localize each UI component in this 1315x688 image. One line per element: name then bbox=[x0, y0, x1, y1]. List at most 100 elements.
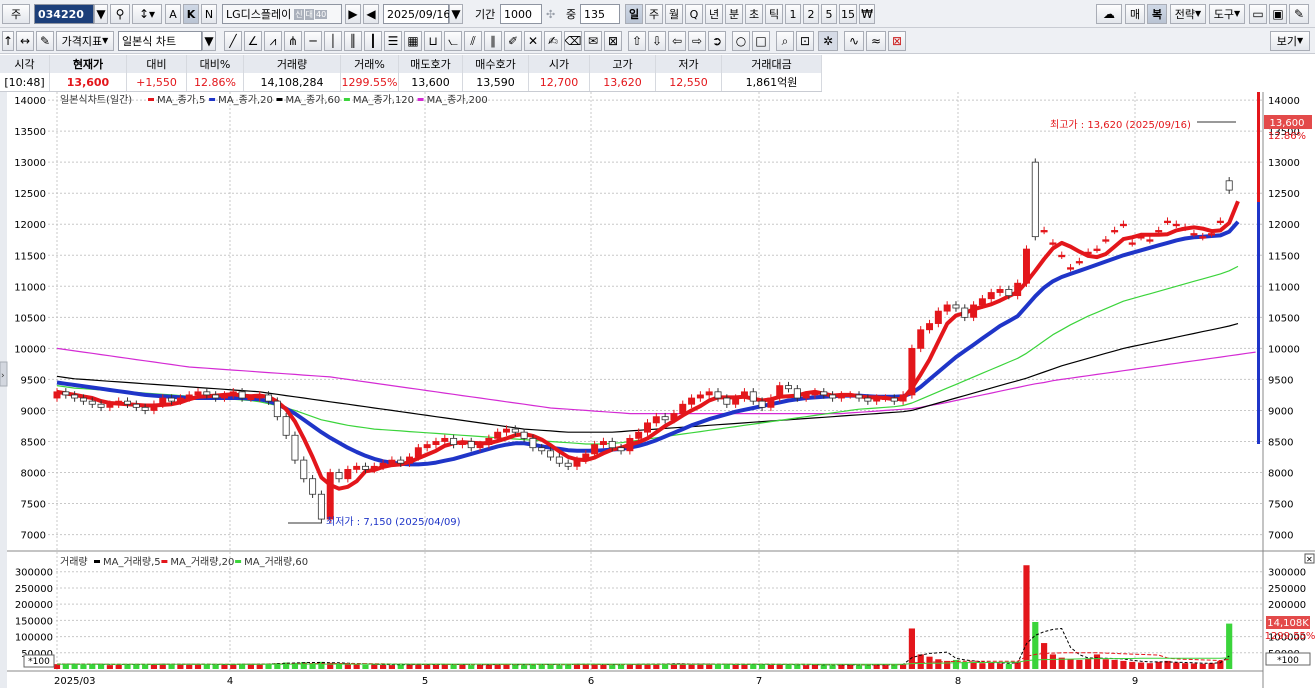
vertical-line-icon: │ bbox=[329, 34, 337, 48]
candle-body bbox=[106, 403, 114, 408]
diagonal-line-icon: ╱ bbox=[229, 34, 237, 48]
view-button[interactable]: 보기 ▼ bbox=[1270, 31, 1310, 51]
draw-circle-tool[interactable]: ○ bbox=[732, 31, 750, 51]
arrow-mark-tool[interactable]: ➲ bbox=[708, 31, 726, 51]
volume-bar bbox=[106, 665, 113, 669]
candle-body bbox=[344, 469, 352, 480]
arrow-left-tool[interactable]: ⇦ bbox=[668, 31, 686, 51]
volume-legend-swatch bbox=[94, 560, 100, 563]
draw-vertical-tool[interactable]: │ bbox=[324, 31, 342, 51]
timeframe-second-label: 초 bbox=[748, 8, 760, 21]
period-input[interactable]: 1000 bbox=[500, 4, 542, 24]
last-price-tag-text: 13,600 bbox=[1270, 118, 1305, 129]
channel-icon: ⫽ bbox=[470, 34, 476, 48]
timeframe-tick[interactable]: 틱 bbox=[765, 4, 783, 24]
open-button[interactable]: ▭ bbox=[1249, 4, 1267, 24]
price-legend-swatch bbox=[343, 98, 350, 101]
arrow-left-icon: ⇦ bbox=[671, 34, 683, 48]
arrow-down-tool[interactable]: ⇩ bbox=[648, 31, 666, 51]
multi-button[interactable]: 복 bbox=[1147, 4, 1167, 24]
draw-note-tool[interactable]: ✉ bbox=[584, 31, 602, 51]
draw-gann-tool[interactable]: ⊔ bbox=[424, 31, 442, 51]
strategy-button[interactable]: 전략 ▼ bbox=[1170, 4, 1206, 24]
interval-15[interactable]: 15 bbox=[839, 4, 857, 24]
stock-search-button[interactable]: ⚲ bbox=[110, 4, 130, 24]
volume-tick-label-right: 300000 bbox=[1268, 568, 1306, 579]
indicator-wave2-tool[interactable]: ≈ bbox=[866, 31, 886, 51]
draw-angle-tool[interactable]: ∠ bbox=[244, 31, 262, 51]
timeframe-second[interactable]: 초 bbox=[745, 4, 763, 24]
letter-a-button[interactable]: A bbox=[165, 4, 181, 24]
cloud-button[interactable]: ☁ bbox=[1096, 4, 1122, 24]
prev-stock-button[interactable]: ◀ bbox=[363, 4, 379, 24]
date-picker-button[interactable]: ▼ bbox=[449, 4, 463, 24]
market-mode-button[interactable]: 주 bbox=[2, 4, 30, 24]
candle-body bbox=[582, 453, 590, 461]
chart-type-select[interactable]: 일본식 차트 bbox=[118, 31, 202, 51]
count-input[interactable]: 135 bbox=[580, 4, 620, 24]
timeframe-week[interactable]: 주 bbox=[645, 4, 663, 24]
letter-n-button[interactable]: N bbox=[201, 4, 217, 24]
edit-button[interactable]: ✎ bbox=[36, 31, 54, 51]
draw-horizontal-tool[interactable]: ─ bbox=[304, 31, 322, 51]
letter-k-button[interactable]: K bbox=[183, 4, 199, 24]
draw-fan-tool[interactable]: ⩘ bbox=[264, 31, 282, 51]
expand-button[interactable]: ↔ bbox=[16, 31, 34, 51]
save-button[interactable]: ▣ bbox=[1269, 4, 1287, 24]
settings-button[interactable]: ✎ bbox=[1289, 4, 1309, 24]
timeframe-minute[interactable]: 분 bbox=[725, 4, 743, 24]
arrow-right-icon: ⇨ bbox=[691, 34, 703, 48]
chevron-down-icon: ▼ bbox=[1195, 9, 1202, 18]
chart-type-dropdown[interactable]: ▼ bbox=[202, 31, 216, 51]
zoom-area-tool[interactable]: ⊡ bbox=[796, 31, 814, 51]
draw-eraser-tool[interactable]: ⌫ bbox=[564, 31, 582, 51]
candle-body bbox=[626, 437, 634, 452]
interval-2[interactable]: 2 bbox=[803, 4, 819, 24]
price-chart[interactable]: › 14000 1400013500 1350013000 1300012500 125… bbox=[0, 92, 1315, 688]
volume-bar bbox=[591, 664, 598, 669]
delete-drawings-tool[interactable]: ⊠ bbox=[888, 31, 906, 51]
interval-1[interactable]: 1 bbox=[785, 4, 801, 24]
timeframe-day[interactable]: 일 bbox=[625, 4, 643, 24]
scroll-up-button[interactable]: ↑ bbox=[2, 31, 14, 51]
sort-menu-button[interactable]: ↕▾ bbox=[132, 4, 162, 24]
draw-text-tool[interactable]: ✍ bbox=[544, 31, 562, 51]
timeframe-quarter[interactable]: Q bbox=[685, 4, 703, 24]
quote-header-change-pct: 대비% bbox=[187, 55, 244, 73]
stock-code-input[interactable]: 034220 bbox=[34, 4, 94, 24]
trade-button[interactable]: 매 bbox=[1125, 4, 1145, 24]
draw-grid-tool[interactable]: ▦ bbox=[404, 31, 422, 51]
volume-bar bbox=[688, 664, 695, 669]
draw-trendline-tool[interactable]: ╱ bbox=[224, 31, 242, 51]
period-spin-icon[interactable]: ✣ bbox=[546, 4, 555, 24]
draw-parallel-tool[interactable]: ∥ bbox=[484, 31, 502, 51]
next-stock-button[interactable]: ▶ bbox=[345, 4, 361, 24]
crosshair-tool[interactable]: ✲ bbox=[818, 31, 838, 51]
draw-fibo-time-tool[interactable]: ┃ bbox=[364, 31, 382, 51]
arrow-right-tool[interactable]: ⇨ bbox=[688, 31, 706, 51]
timeframe-year[interactable]: 년 bbox=[705, 4, 723, 24]
price-tick-label-right: 14000 bbox=[1268, 96, 1300, 107]
zoom-tool[interactable]: ⌕ bbox=[776, 31, 794, 51]
draw-pen-tool[interactable]: ✐ bbox=[504, 31, 522, 51]
indicator-wave-tool[interactable]: ∿ bbox=[844, 31, 864, 51]
date-input[interactable]: 2025/09/16 bbox=[383, 4, 450, 24]
draw-fibo-retrace-tool[interactable]: ☰ bbox=[384, 31, 402, 51]
draw-pitchfork-tool[interactable]: ⋔ bbox=[284, 31, 302, 51]
currency-button[interactable]: ₩ bbox=[859, 4, 875, 24]
draw-rect-tool[interactable]: □ bbox=[752, 31, 770, 51]
interval-5[interactable]: 5 bbox=[821, 4, 837, 24]
tools-button[interactable]: 도구 ▼ bbox=[1209, 4, 1245, 24]
draw-cycle-tool[interactable]: ║ bbox=[344, 31, 362, 51]
arrow-up-tool[interactable]: ⇧ bbox=[628, 31, 646, 51]
draw-mark-tool[interactable]: ⊠ bbox=[604, 31, 622, 51]
timeframe-month[interactable]: 월 bbox=[665, 4, 683, 24]
draw-channel-tool[interactable]: ⫽ bbox=[464, 31, 482, 51]
quote-header-amount: 거래대금 bbox=[722, 55, 822, 73]
draw-cross-tool[interactable]: ✕ bbox=[524, 31, 542, 51]
parallel-icon: ∥ bbox=[490, 34, 496, 48]
code-dropdown-button[interactable]: ▼ bbox=[94, 4, 108, 24]
indicator-button[interactable]: 가격지표 ▼ bbox=[56, 31, 114, 51]
candle-body bbox=[203, 391, 211, 396]
draw-speed-tool[interactable]: ⦦ bbox=[444, 31, 462, 51]
